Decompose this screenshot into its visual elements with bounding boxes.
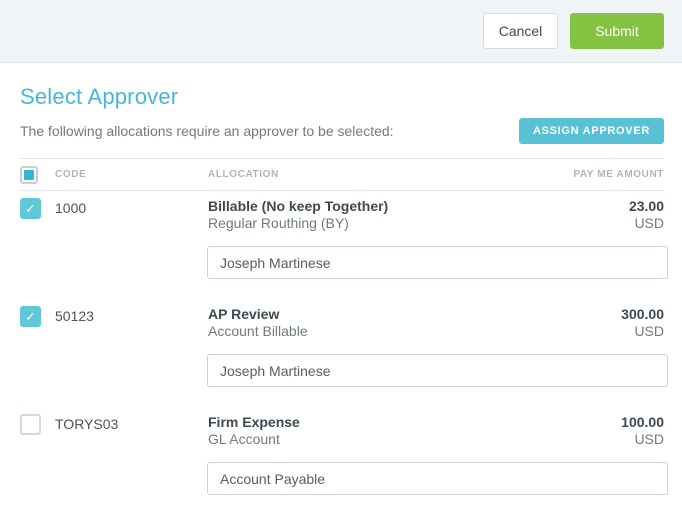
top-action-bar: Cancel Submit — [0, 0, 682, 63]
allocation-subtitle: Account Billable — [208, 323, 621, 340]
approver-input[interactable] — [207, 246, 668, 279]
row-code: 50123 — [55, 306, 208, 324]
cancel-button[interactable]: Cancel — [483, 13, 558, 49]
header-allocation: ALLOCATION — [208, 169, 573, 180]
allocation-title: Firm Expense — [208, 414, 621, 431]
row-checkbox[interactable] — [20, 306, 41, 327]
row-currency: USD — [621, 431, 664, 448]
allocation-subtitle: GL Account — [208, 431, 621, 448]
row-currency: USD — [629, 215, 664, 232]
table-row: 1000 Billable (No keep Together) Regular… — [20, 191, 664, 279]
table-header: CODE ALLOCATION PAY ME AMOUNT — [20, 158, 664, 191]
select-all-indeterminate-mark — [24, 170, 34, 180]
select-all-checkbox[interactable] — [20, 166, 38, 184]
row-amount: 23.00 — [629, 198, 664, 215]
row-amount: 300.00 — [621, 306, 664, 323]
subtitle-row: The following allocations require an app… — [20, 118, 664, 144]
assign-approver-button[interactable]: ASSIGN APPROVER — [519, 118, 664, 144]
main-content: Select Approver The following allocation… — [0, 84, 682, 495]
row-code: 1000 — [55, 198, 208, 216]
allocation-subtitle: Regular Routhing (BY) — [208, 215, 629, 232]
allocation-title: AP Review — [208, 306, 621, 323]
row-code: TORYS03 — [55, 414, 208, 432]
approver-input[interactable] — [207, 354, 668, 387]
allocation-title: Billable (No keep Together) — [208, 198, 629, 215]
row-amount: 100.00 — [621, 414, 664, 431]
row-checkbox[interactable] — [20, 198, 41, 219]
row-checkbox[interactable] — [20, 414, 41, 435]
table-row: 50123 AP Review Account Billable 300.00 … — [20, 299, 664, 387]
header-code: CODE — [55, 169, 208, 180]
table-body: 1000 Billable (No keep Together) Regular… — [20, 191, 664, 495]
approver-input[interactable] — [207, 462, 668, 495]
page-subtitle: The following allocations require an app… — [20, 123, 394, 139]
page-title: Select Approver — [20, 84, 664, 110]
allocations-table: CODE ALLOCATION PAY ME AMOUNT 1000 Billa… — [20, 158, 664, 495]
submit-button[interactable]: Submit — [570, 13, 664, 49]
header-pay-me-amount: PAY ME AMOUNT — [573, 169, 664, 180]
table-row: TORYS03 Firm Expense GL Account 100.00 U… — [20, 407, 664, 495]
row-currency: USD — [621, 323, 664, 340]
